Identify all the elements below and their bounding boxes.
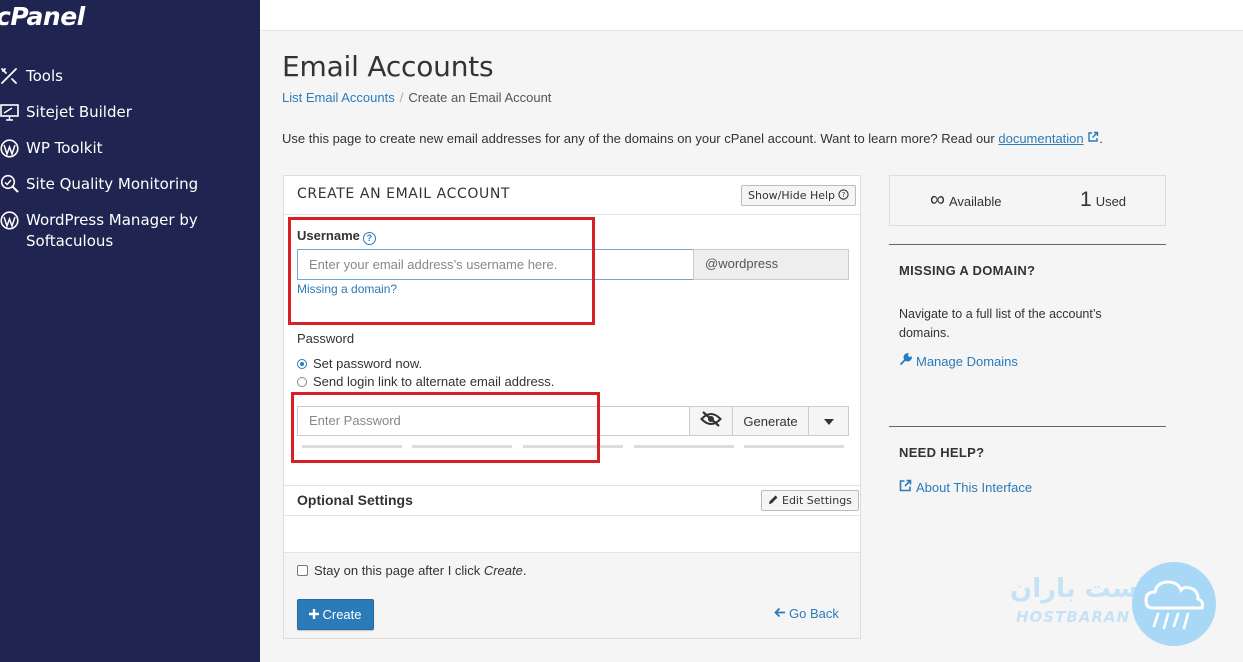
sidebar-item-wp-toolkit[interactable]: WP Toolkit xyxy=(0,134,260,170)
radio-send-login-link[interactable]: Send login link to alternate email addre… xyxy=(297,374,554,389)
card-header: CREATE AN EMAIL ACCOUNT Show/Hide Help ? xyxy=(284,176,860,215)
radio-label: Set password now. xyxy=(313,356,423,371)
breadcrumb-separator: / xyxy=(399,90,404,105)
pencil-icon xyxy=(768,494,779,508)
sidebar-item-wordpress-manager[interactable]: WordPress Manager by Softaculous xyxy=(0,206,260,258)
wordpress-icon xyxy=(0,138,26,158)
sidebar-item-label: WordPress Manager by Softaculous xyxy=(26,211,198,250)
intro-text: Use this page to create new email addres… xyxy=(282,131,1103,146)
create-button[interactable]: Create xyxy=(297,599,374,630)
watermark-latin-text: HOSTBARAN xyxy=(1016,608,1131,626)
hostbaran-watermark: هاست باران HOSTBARAN xyxy=(1010,560,1220,646)
stay-tail: . xyxy=(522,563,527,578)
radio-unselected[interactable] xyxy=(297,376,307,387)
sidebar: cPanel Tools Sitejet Builder WP Toolkit … xyxy=(0,0,260,662)
cloud-rain-logo-icon xyxy=(1132,562,1216,646)
stay-em: Create xyxy=(483,563,523,578)
go-back-label: Go Back xyxy=(789,606,839,621)
manage-domains-label: Manage Domains xyxy=(916,353,1018,369)
stay-on-page-label: Stay on this page after I click Create. xyxy=(314,563,526,578)
help-circle-icon: ? xyxy=(838,188,849,203)
card-title: CREATE AN EMAIL ACCOUNT xyxy=(297,186,511,202)
svg-text:?: ? xyxy=(842,191,846,199)
wrench-icon xyxy=(899,353,912,369)
used-value: 1 xyxy=(1080,188,1092,211)
divider xyxy=(284,515,860,516)
strength-bar-segment xyxy=(634,445,734,448)
tools-icon xyxy=(0,66,26,86)
divider xyxy=(889,426,1166,427)
missing-domain-text: Navigate to a full list of the account’s… xyxy=(899,307,1102,340)
available-value: ∞ xyxy=(930,188,945,211)
breadcrumb-list-email-accounts[interactable]: List Email Accounts xyxy=(282,90,395,105)
sidebar-item-site-quality[interactable]: Site Quality Monitoring xyxy=(0,170,260,206)
divider xyxy=(284,485,860,486)
sidebar-item-sitejet[interactable]: Sitejet Builder xyxy=(0,98,260,134)
edit-settings-button[interactable]: Edit Settings xyxy=(761,490,859,511)
toggle-password-visibility-button[interactable] xyxy=(689,406,733,436)
radio-selected[interactable] xyxy=(297,358,307,369)
domain-addon[interactable]: @wordpress xyxy=(693,249,849,280)
intro-tail: . xyxy=(1099,131,1103,146)
caret-down-icon xyxy=(823,412,834,430)
show-hide-help-label: Show/Hide Help xyxy=(748,189,836,202)
optional-settings-label: Optional Settings xyxy=(297,492,413,508)
monitor-icon xyxy=(0,102,26,122)
radio-label: Send login link to alternate email addre… xyxy=(313,374,555,389)
stay-text: Stay on this page after I click xyxy=(314,563,484,578)
about-interface-link[interactable]: About This Interface xyxy=(899,479,1032,495)
documentation-link[interactable]: documentation xyxy=(998,131,1083,146)
external-link-icon xyxy=(1087,131,1099,146)
missing-domain-heading: MISSING A DOMAIN? xyxy=(899,263,1036,278)
radio-set-password-now[interactable]: Set password now. xyxy=(297,356,422,371)
stay-on-page-checkbox[interactable]: Stay on this page after I click Create. xyxy=(297,563,526,578)
sidebar-nav: Tools Sitejet Builder WP Toolkit Site Qu… xyxy=(0,62,260,258)
account-stats: ∞ Available 1 Used xyxy=(889,175,1166,226)
checkbox[interactable] xyxy=(297,565,308,576)
sidebar-item-label: Site Quality Monitoring xyxy=(26,175,199,193)
go-back-link[interactable]: Go Back xyxy=(774,606,839,621)
eye-slash-icon xyxy=(700,410,722,432)
page-title: Email Accounts xyxy=(282,50,494,83)
cpanel-logo[interactable]: cPanel xyxy=(0,2,85,31)
magnifier-icon xyxy=(0,174,26,194)
generate-password-button[interactable]: Generate xyxy=(732,406,809,436)
create-label: Create xyxy=(322,607,362,622)
breadcrumb: List Email Accounts / Create an Email Acco… xyxy=(282,90,551,105)
sidebar-item-label: Sitejet Builder xyxy=(26,103,132,121)
password-highlight-box xyxy=(291,392,600,463)
edit-settings-label: Edit Settings xyxy=(782,494,852,507)
password-label: Password xyxy=(297,331,355,346)
username-highlight-box xyxy=(288,217,595,325)
wordpress-icon xyxy=(0,210,26,230)
breadcrumb-current: Create an Email Account xyxy=(408,90,552,105)
available-stat: ∞ Available xyxy=(930,188,1002,212)
arrow-left-icon xyxy=(774,606,786,621)
used-label: Used xyxy=(1095,194,1127,209)
external-link-icon xyxy=(899,479,912,495)
intro-body: Use this page to create new email addres… xyxy=(282,131,999,146)
plus-icon xyxy=(309,607,320,622)
sidebar-item-label: WP Toolkit xyxy=(26,139,103,157)
manage-domains-link[interactable]: Manage Domains xyxy=(899,353,1018,369)
sidebar-item-tools[interactable]: Tools xyxy=(0,62,260,98)
sidebar-item-label: Tools xyxy=(26,67,63,85)
divider xyxy=(889,244,1166,245)
top-bar xyxy=(260,0,1243,31)
show-hide-help-button[interactable]: Show/Hide Help ? xyxy=(741,185,857,206)
generate-options-dropdown[interactable] xyxy=(808,406,849,436)
strength-bar-segment xyxy=(744,445,844,448)
need-help-heading: NEED HELP? xyxy=(899,445,985,460)
about-interface-label: About This Interface xyxy=(916,479,1033,495)
available-label: Available xyxy=(948,194,1002,209)
used-stat: 1 Used xyxy=(1080,188,1126,212)
